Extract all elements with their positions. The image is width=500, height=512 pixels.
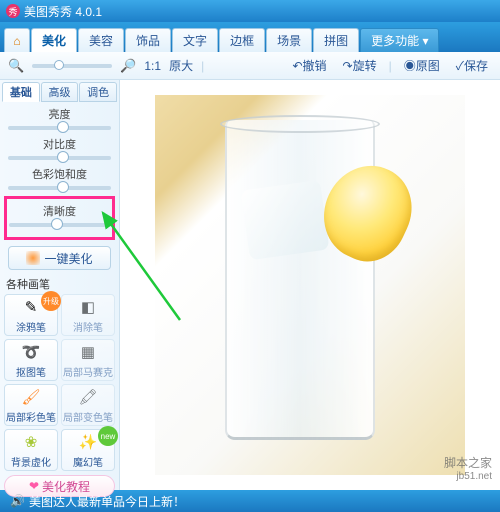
canvas-image bbox=[155, 95, 465, 475]
title-bar: 秀 美图秀秀 4.0.1 bbox=[0, 0, 500, 22]
brush-mosaic[interactable]: ▦ 局部马赛克 bbox=[61, 339, 115, 381]
sub-tab-bar: 基础 高级 调色 bbox=[2, 82, 117, 102]
brightness-slider-block: 亮度 bbox=[8, 106, 111, 130]
contrast-slider[interactable] bbox=[8, 156, 111, 160]
brush-doodle[interactable]: 升级 ✎ 涂鸦笔 bbox=[4, 294, 58, 336]
image-viewer[interactable] bbox=[120, 80, 500, 490]
separator: | bbox=[389, 59, 392, 73]
saturation-slider-block: 色彩饱和度 bbox=[8, 166, 111, 190]
brush-blur[interactable]: ❀ 背景虚化 bbox=[4, 429, 58, 471]
color-brush-icon: 🖌 bbox=[21, 387, 41, 407]
magic-icon: ✨ bbox=[78, 432, 98, 452]
brush-recolor[interactable]: 🖍 局部变色笔 bbox=[61, 384, 115, 426]
sidebar: 基础 高级 调色 亮度 对比度 色彩饱和度 清晰度 一键美化 各种画笔 升级 bbox=[0, 80, 120, 490]
status-news: 美图达人最新单品今日上新！ bbox=[29, 493, 185, 510]
subtab-tone[interactable]: 调色 bbox=[79, 82, 117, 102]
zoom-thumb[interactable] bbox=[54, 60, 64, 70]
one-key-beautify-button[interactable]: 一键美化 bbox=[8, 246, 111, 270]
save-button[interactable]: ✓保存 bbox=[452, 55, 492, 76]
saturation-slider[interactable] bbox=[8, 186, 111, 190]
app-title: 美图秀秀 4.0.1 bbox=[24, 3, 102, 20]
new-badge-icon: new bbox=[98, 426, 118, 446]
zoom-out-icon[interactable]: 🔍 bbox=[8, 58, 24, 74]
speaker-icon: 🔊 bbox=[10, 494, 25, 508]
undo-button[interactable]: ↶撤销 bbox=[288, 55, 330, 76]
toolbar: 🔍 🔎 1:1 原大 | ↶撤销 ↷旋转 | ◉原图 ✓保存 bbox=[0, 52, 500, 80]
pencil-icon: ✎ bbox=[21, 297, 41, 317]
status-bar: 🔊 美图达人最新单品今日上新！ bbox=[0, 490, 500, 512]
brush-erase[interactable]: ◧ 消除笔 bbox=[61, 294, 115, 336]
separator: | bbox=[201, 59, 204, 73]
saturation-thumb[interactable] bbox=[57, 181, 69, 193]
eraser-icon: ◧ bbox=[78, 297, 98, 317]
zoom-in-icon[interactable]: 🔎 bbox=[120, 58, 136, 74]
heart-icon: ❤ bbox=[29, 479, 39, 493]
brush-section-label: 各种画笔 bbox=[6, 276, 117, 292]
one-key-label: 一键美化 bbox=[44, 250, 92, 267]
zoom-ratio: 1:1 bbox=[144, 59, 161, 73]
reset-button[interactable]: ◉原图 bbox=[400, 55, 444, 76]
brightness-label: 亮度 bbox=[8, 106, 111, 122]
mosaic-icon: ▦ bbox=[78, 342, 98, 362]
contrast-slider-block: 对比度 bbox=[8, 136, 111, 160]
blur-icon: ❀ bbox=[21, 432, 41, 452]
brush-magic[interactable]: new ✨ 魔幻笔 bbox=[61, 429, 115, 471]
brush-grid: 升级 ✎ 涂鸦笔 ◧ 消除笔 ➰ 抠图笔 ▦ 局部马赛克 🖌 局部彩色笔 🖍 bbox=[2, 294, 117, 471]
contrast-label: 对比度 bbox=[8, 136, 111, 152]
brightness-thumb[interactable] bbox=[57, 121, 69, 133]
tab-collage[interactable]: 拼图 bbox=[313, 28, 359, 52]
zoom-label: 原大 bbox=[169, 57, 193, 74]
main-tab-bar: ⌂ 美化 美容 饰品 文字 边框 场景 拼图 更多功能 ▾ bbox=[0, 22, 500, 52]
tab-beautify[interactable]: 美化 bbox=[31, 28, 77, 52]
subtab-advanced[interactable]: 高级 bbox=[41, 82, 79, 102]
brush-local-color[interactable]: 🖌 局部彩色笔 bbox=[4, 384, 58, 426]
ice-graphic bbox=[241, 180, 330, 260]
upgrade-badge-icon: 升级 bbox=[41, 291, 61, 311]
subtab-basic[interactable]: 基础 bbox=[2, 82, 40, 102]
brightness-slider[interactable] bbox=[8, 126, 111, 130]
redo-button[interactable]: ↷旋转 bbox=[339, 55, 381, 76]
glass-graphic bbox=[225, 120, 375, 440]
lasso-icon: ➰ bbox=[21, 342, 41, 362]
recolor-icon: 🖍 bbox=[78, 387, 98, 407]
glass-rim-graphic bbox=[220, 115, 380, 133]
sharpness-highlight-box: 清晰度 bbox=[4, 196, 115, 240]
app-logo-icon: 秀 bbox=[6, 4, 20, 18]
zoom-slider[interactable] bbox=[32, 64, 112, 68]
content-area: 基础 高级 调色 亮度 对比度 色彩饱和度 清晰度 一键美化 各种画笔 升级 bbox=[0, 80, 500, 490]
tab-text[interactable]: 文字 bbox=[172, 28, 218, 52]
saturation-label: 色彩饱和度 bbox=[8, 166, 111, 182]
sharpness-thumb[interactable] bbox=[51, 218, 63, 230]
brush-cutout[interactable]: ➰ 抠图笔 bbox=[4, 339, 58, 381]
sharpness-slider[interactable] bbox=[9, 223, 110, 227]
tab-more[interactable]: 更多功能 ▾ bbox=[360, 28, 439, 52]
tab-scene[interactable]: 场景 bbox=[266, 28, 312, 52]
home-icon: ⌂ bbox=[13, 34, 20, 48]
contrast-thumb[interactable] bbox=[57, 151, 69, 163]
home-button[interactable]: ⌂ bbox=[4, 28, 30, 52]
sharpness-label: 清晰度 bbox=[9, 203, 110, 219]
tab-accessory[interactable]: 饰品 bbox=[125, 28, 171, 52]
tab-frame[interactable]: 边框 bbox=[219, 28, 265, 52]
tab-face[interactable]: 美容 bbox=[78, 28, 124, 52]
wand-icon bbox=[26, 251, 40, 265]
